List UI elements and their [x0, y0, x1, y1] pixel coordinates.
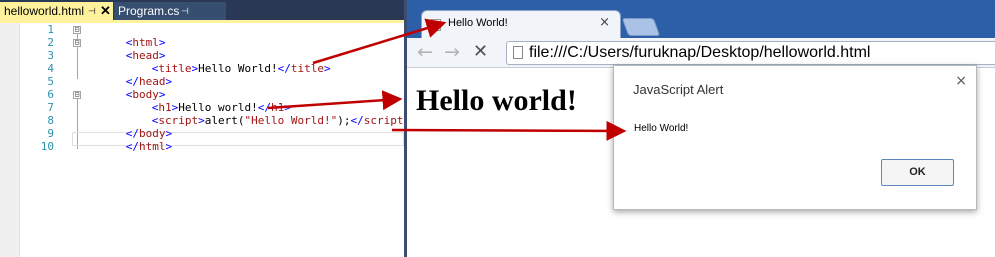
page-heading: Hello world!	[416, 84, 577, 117]
page-icon	[513, 46, 523, 59]
line-number: 9	[47, 127, 54, 140]
code-line: </head>	[125, 75, 173, 88]
alert-title: JavaScript Alert	[633, 82, 724, 97]
code-line: <html>	[125, 36, 166, 49]
tab-program-cs[interactable]: Program.cs ⊣	[114, 2, 226, 20]
pin-icon[interactable]: ⊣	[88, 2, 96, 20]
tab-label: helloworld.html	[4, 4, 85, 18]
tab-helloworld-html[interactable]: helloworld.html ⊣ ✕	[0, 2, 113, 20]
browser-tab-strip: Hello World! ×	[407, 0, 995, 38]
ok-button[interactable]: OK	[881, 159, 954, 186]
code-line: <body>	[125, 88, 166, 101]
new-tab-button[interactable]	[621, 18, 661, 36]
close-icon[interactable]: ✕	[100, 2, 111, 20]
line-number: 2	[47, 36, 54, 49]
code-line: </html>	[125, 140, 173, 153]
address-bar[interactable]: file:///C:/Users/furuknap/Desktop/hellow…	[506, 41, 995, 65]
line-number: 5	[47, 75, 54, 88]
collapse-body-icon[interactable]: ⊟	[73, 91, 81, 99]
pin-icon[interactable]: ⊣	[181, 2, 189, 20]
code-line: <script>alert("Hello World!");</script>	[151, 114, 410, 127]
indicator-margin	[0, 23, 20, 257]
collapse-head-icon[interactable]: ⊟	[73, 39, 81, 47]
code-editor: helloworld.html ⊣ ✕ Program.cs ⊣ 1 2 3 4…	[0, 0, 410, 257]
collapse-html-icon[interactable]: ⊟	[73, 26, 81, 34]
tab-label: Program.cs	[118, 4, 180, 18]
close-icon[interactable]: ×	[599, 15, 610, 30]
browser-toolbar: ← → ✕ file:///C:/Users/furuknap/Desktop/…	[407, 38, 995, 68]
back-arrow-icon[interactable]: ←	[417, 41, 433, 63]
code-line: <h1>Hello world!</h1>	[151, 101, 291, 114]
editor-tab-bar: helloworld.html ⊣ ✕ Program.cs ⊣	[0, 0, 404, 20]
line-number: 8	[47, 114, 54, 127]
browser-tab-title: Hello World!	[448, 17, 508, 29]
active-tab-strip	[0, 20, 404, 23]
line-number: 10	[40, 140, 54, 153]
line-number-gutter: 1 2 3 4 5 6 7 8 9 10	[20, 23, 60, 257]
forward-arrow-icon[interactable]: →	[444, 41, 460, 63]
url-text[interactable]: file:///C:/Users/furuknap/Desktop/hellow…	[529, 44, 870, 62]
alert-message: Hello World!	[634, 123, 689, 134]
line-number: 6	[47, 88, 54, 101]
code-line: <title>Hello World!</title>	[151, 62, 331, 75]
line-number: 1	[47, 23, 54, 36]
browser-window: Hello World! × ← → ✕ file:///C:/Users/fu…	[407, 0, 995, 257]
code-line: <head>	[125, 49, 166, 62]
code-line: </body>	[125, 127, 173, 140]
line-number: 7	[47, 101, 54, 114]
browser-tab[interactable]: Hello World! ×	[421, 10, 621, 38]
line-number: 3	[47, 49, 54, 62]
page-content: Hello world! JavaScript Alert × Hello Wo…	[407, 65, 995, 257]
javascript-alert-dialog: JavaScript Alert × Hello World! OK	[613, 65, 977, 210]
stop-icon[interactable]: ✕	[473, 41, 488, 63]
favicon-icon	[431, 19, 441, 31]
close-icon[interactable]: ×	[955, 73, 967, 89]
outline-margin: ⊟ ⊟ ⊟	[70, 23, 84, 183]
outline-line	[77, 47, 78, 79]
line-number: 4	[47, 62, 54, 75]
